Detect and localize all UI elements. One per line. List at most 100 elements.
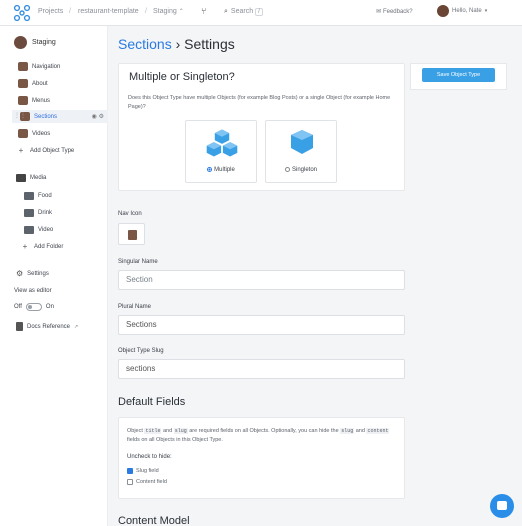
feedback-button[interactable]: ✉ Feedback?: [376, 8, 413, 15]
project-switcher[interactable]: Staging: [14, 36, 56, 49]
plural-name-input[interactable]: Sections: [118, 315, 405, 335]
object-type-slug-label: Object Type Slug: [118, 348, 164, 354]
chevron-down-icon: ⌃: [178, 8, 184, 15]
uncheck-to-hide-label: Uncheck to hide:: [127, 454, 172, 460]
text: Object: [127, 428, 143, 434]
code-slug: slug: [340, 428, 355, 434]
folder-icon: [24, 226, 34, 234]
chat-widget-button[interactable]: [490, 494, 514, 518]
top-bar: Projects / restaurant-template / Staging…: [0, 0, 522, 26]
feedback-label: Feedback?: [382, 9, 413, 15]
multiple-or-singleton-card: Multiple or Singleton? Does this Object …: [118, 63, 405, 191]
gear-icon: ⚙: [16, 269, 24, 278]
nav-icon-label: Nav Icon: [118, 211, 142, 217]
folder-food[interactable]: Food: [24, 192, 52, 200]
text: and: [355, 428, 365, 434]
code-title: title: [144, 428, 162, 434]
sidebar-item-label: Menus: [32, 97, 51, 104]
eye-icon[interactable]: ◉ ⚙: [91, 113, 104, 120]
content-field-checkbox-row[interactable]: Content field: [127, 479, 167, 485]
folder-label: Drink: [38, 210, 53, 216]
search-label: Search: [230, 8, 254, 15]
docs-reference-link[interactable]: Docs Reference ↗: [16, 322, 78, 331]
breadcrumb-projects[interactable]: Projects: [38, 8, 63, 15]
card-description: Does this Object Type have multiple Obje…: [128, 95, 391, 110]
greeting-label: Hello, Nate: [452, 8, 482, 14]
book-icon: [128, 230, 137, 240]
external-link-icon: ↗: [74, 323, 79, 330]
sidebar-item-sections[interactable]: ⋮⋮ Sections ◉ ⚙: [12, 110, 108, 123]
radio-selected[interactable]: [207, 167, 213, 172]
object-type-slug-input[interactable]: sections: [118, 359, 405, 379]
user-menu[interactable]: Hello, Nate ▾: [437, 5, 487, 17]
object-type-icon: [18, 129, 28, 138]
search-icon: ⌕: [224, 7, 228, 15]
content-field-label: Content field: [136, 479, 167, 485]
multiple-label: Multiple: [214, 167, 235, 174]
plus-icon: +: [22, 242, 28, 251]
add-object-type-button[interactable]: + Add Object Type: [16, 146, 75, 155]
slug-field-checkbox-row[interactable]: Slug field: [127, 468, 159, 474]
folder-video[interactable]: Video: [24, 226, 53, 234]
sidebar-item-label: Videos: [32, 130, 51, 137]
cubes-icon: [206, 129, 238, 157]
content-model-title: Content Model: [118, 515, 190, 526]
text: are required fields on all Objects. Opti…: [189, 428, 339, 434]
drag-handle-icon[interactable]: ⋮⋮: [14, 112, 26, 119]
add-object-type-label: Add Object Type: [30, 147, 75, 154]
sidebar: Staging Navigation About Menus ⋮⋮ Section…: [0, 26, 108, 526]
singleton-option[interactable]: Singleton: [265, 120, 337, 183]
chevron-down-icon: ▾: [484, 8, 488, 14]
text: fields on all Objects in this Object Typ…: [127, 437, 223, 443]
avatar: [437, 5, 449, 17]
cosmic-logo-icon[interactable]: [13, 4, 31, 22]
code-slug: slug: [173, 428, 188, 434]
settings-label: Settings: [27, 270, 49, 277]
multiple-radio[interactable]: Multiple: [186, 167, 256, 173]
nav-icon-picker[interactable]: [118, 223, 145, 245]
media-label: Media: [30, 175, 47, 181]
sidebar-item-media[interactable]: Media: [16, 174, 46, 182]
megaphone-icon: ✉: [376, 8, 383, 15]
singleton-radio[interactable]: Singleton: [266, 167, 336, 173]
radio-unselected[interactable]: [284, 167, 290, 172]
breadcrumb-chevron: ›: [175, 36, 181, 52]
sidebar-item-menus[interactable]: Menus: [18, 96, 50, 105]
sidebar-item-about[interactable]: About: [18, 79, 48, 88]
breadcrumb-page: Settings: [184, 36, 235, 52]
default-fields-title: Default Fields: [118, 396, 186, 408]
project-avatar: [14, 36, 27, 49]
view-as-editor-toggle-row: Off On: [14, 303, 54, 311]
folder-label: Video: [38, 227, 54, 233]
object-type-icon: [18, 79, 28, 88]
toggle-on-label: On: [45, 304, 54, 310]
multiple-option[interactable]: Multiple: [185, 120, 257, 183]
folder-drink[interactable]: Drink: [24, 209, 52, 217]
breadcrumb-object-type[interactable]: Sections: [118, 36, 172, 52]
docs-label: Docs Reference: [27, 323, 71, 330]
breadcrumb-bucket[interactable]: restaurant-template: [78, 8, 139, 15]
media-icon: [16, 174, 26, 182]
breadcrumb-separator: /: [145, 8, 147, 15]
content-field-checkbox[interactable]: [127, 479, 133, 485]
breadcrumb-environment[interactable]: Staging ⌃: [153, 8, 184, 15]
singular-name-input[interactable]: Section: [118, 270, 405, 290]
sidebar-item-navigation[interactable]: Navigation: [18, 62, 60, 71]
search-button[interactable]: ⌕ Search /: [224, 7, 263, 16]
sidebar-item-settings[interactable]: ⚙ Settings: [16, 269, 49, 278]
folder-icon: [24, 209, 34, 217]
slug-field-label: Slug field: [136, 468, 159, 474]
page-title: Sections › Settings: [118, 36, 235, 52]
folder-icon: [24, 192, 34, 200]
plural-name-label: Plural Name: [118, 304, 152, 310]
branch-icon[interactable]: ⑂: [201, 7, 206, 17]
save-object-type-button[interactable]: Save Object Type: [422, 68, 495, 82]
cube-icon: [291, 130, 313, 154]
view-as-editor-toggle[interactable]: [25, 303, 42, 311]
slug-field-checkbox[interactable]: [127, 468, 133, 474]
sidebar-item-videos[interactable]: Videos: [18, 129, 50, 138]
view-as-editor-label: View as editor: [14, 288, 52, 294]
add-folder-button[interactable]: + Add Folder: [20, 242, 64, 251]
object-type-icon: [18, 96, 28, 105]
singular-name-label: Singular Name: [118, 259, 158, 265]
